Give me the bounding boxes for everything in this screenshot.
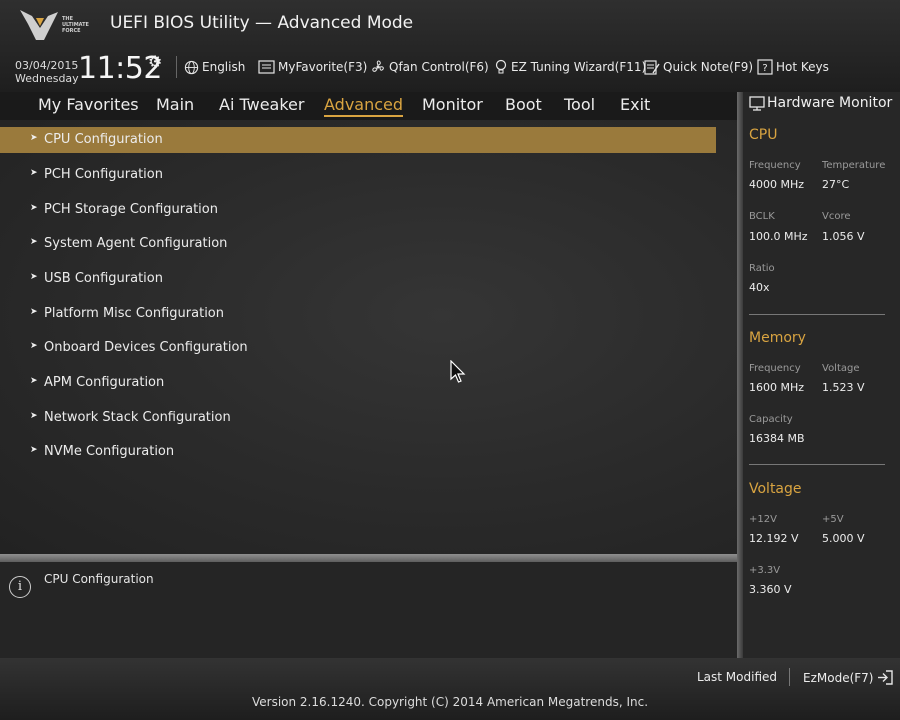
hw-section-divider: [749, 464, 885, 465]
cpu-temperature-value: 27°C: [822, 178, 850, 191]
hot-keys-button[interactable]: ? Hot Keys: [757, 58, 829, 76]
language-label: English: [202, 60, 246, 74]
panel-divider: [0, 554, 737, 562]
lightbulb-icon: [495, 59, 507, 74]
menu-item-network-stack-configuration[interactable]: ➤ Network Stack Configuration: [0, 405, 716, 431]
language-button[interactable]: English: [184, 58, 245, 76]
tab-ai-tweaker[interactable]: Ai Tweaker: [219, 95, 304, 114]
footer-divider: [789, 668, 790, 686]
qfan-control-button[interactable]: Qfan Control(F6): [370, 58, 489, 76]
ratio-label: Ratio: [749, 263, 775, 274]
tab-my-favorites[interactable]: My Favorites: [38, 95, 139, 114]
date-display: 03/04/2015 Wednesday: [15, 59, 79, 85]
app-title: UEFI BIOS Utility — Advanced Mode: [110, 13, 414, 33]
monitor-icon: [749, 96, 765, 111]
chevron-right-icon: ➤: [30, 411, 38, 421]
fan-icon: [372, 60, 384, 72]
tab-boot[interactable]: Boot: [505, 95, 542, 114]
chevron-right-icon: ➤: [30, 237, 38, 247]
favorite-list-icon: [258, 60, 275, 74]
tab-tool[interactable]: Tool: [564, 95, 595, 114]
question-icon: ?: [757, 59, 773, 75]
menu-item-cpu-configuration[interactable]: ➤ CPU Configuration: [0, 127, 716, 153]
hardware-monitor-title: Hardware Monitor: [767, 95, 893, 111]
v33-value: 3.360 V: [749, 583, 792, 596]
hot-keys-label: Hot Keys: [776, 60, 829, 74]
tab-exit[interactable]: Exit: [620, 95, 650, 114]
v12-value: 12.192 V: [749, 532, 799, 545]
ez-tuning-label: EZ Tuning Wizard(F11): [511, 60, 647, 74]
tab-monitor[interactable]: Monitor: [422, 95, 483, 114]
last-modified-button[interactable]: Last Modified: [697, 670, 777, 684]
note-icon: [644, 59, 660, 75]
version-text: Version 2.16.1240. Copyright (C) 2014 Am…: [251, 695, 649, 709]
chevron-right-icon: ➤: [30, 203, 38, 213]
chevron-right-icon: ➤: [30, 168, 38, 178]
memory-capacity-value: 16384 MB: [749, 432, 805, 445]
qfan-label: Qfan Control(F6): [389, 60, 489, 74]
svg-text:?: ?: [762, 63, 767, 74]
ezmode-label: EzMode(F7): [803, 670, 874, 685]
chevron-right-icon: ➤: [30, 376, 38, 386]
cpu-frequency-value: 4000 MHz: [749, 178, 805, 191]
vcore-value: 1.056 V: [822, 230, 865, 243]
memory-frequency-value: 1600 MHz: [749, 381, 805, 394]
v5-label: +5V: [822, 514, 844, 525]
info-icon: i: [9, 576, 31, 598]
menu-item-pch-configuration[interactable]: ➤ PCH Configuration: [0, 162, 716, 188]
mouse-pointer-icon: [450, 360, 466, 383]
gear-icon[interactable]: ⚙: [148, 52, 162, 71]
ratio-value: 40x: [749, 281, 770, 294]
ezmode-button[interactable]: EzMode(F7): [803, 670, 894, 685]
chevron-right-icon: ➤: [30, 341, 38, 351]
hw-section-divider: [749, 314, 885, 315]
toolbar-divider: [176, 56, 177, 78]
menu-item-pch-storage-configuration[interactable]: ➤ PCH Storage Configuration: [0, 197, 716, 223]
bclk-value: 100.0 MHz: [749, 230, 808, 243]
menu-item-onboard-devices-configuration[interactable]: ➤ Onboard Devices Configuration: [0, 335, 716, 361]
exit-arrow-icon: [878, 670, 894, 685]
menu-item-usb-configuration[interactable]: ➤ USB Configuration: [0, 266, 716, 292]
memory-capacity-label: Capacity: [749, 414, 793, 425]
quick-note-button[interactable]: Quick Note(F9): [644, 58, 753, 76]
quick-note-label: Quick Note(F9): [663, 60, 754, 74]
cpu-heading: CPU: [749, 127, 778, 143]
menu-item-platform-misc-configuration[interactable]: ➤ Platform Misc Configuration: [0, 301, 716, 327]
myfavorite-button[interactable]: MyFavorite(F3): [258, 58, 367, 76]
v33-label: +3.3V: [749, 565, 781, 576]
bclk-label: BCLK: [749, 211, 775, 222]
vcore-label: Vcore: [822, 211, 851, 222]
memory-voltage-value: 1.523 V: [822, 381, 865, 394]
ez-tuning-wizard-button[interactable]: EZ Tuning Wizard(F11): [494, 58, 646, 76]
cpu-frequency-label: Frequency: [749, 160, 801, 171]
menu-item-apm-configuration[interactable]: ➤ APM Configuration: [0, 370, 716, 396]
menu-item-system-agent-configuration[interactable]: ➤ System Agent Configuration: [0, 231, 716, 257]
logo-text: THE ULTIMATE FORCE: [62, 16, 89, 34]
myfavorite-label: MyFavorite(F3): [278, 60, 368, 74]
tab-main[interactable]: Main: [156, 95, 194, 114]
globe-icon: [184, 60, 199, 74]
voltage-heading: Voltage: [749, 481, 802, 497]
v12-label: +12V: [749, 514, 777, 525]
memory-voltage-label: Voltage: [822, 363, 860, 374]
chevron-right-icon: ➤: [30, 307, 38, 317]
menu-item-nvme-configuration[interactable]: ➤ NVMe Configuration: [0, 439, 716, 465]
tab-advanced[interactable]: Advanced: [324, 95, 404, 117]
cpu-temperature-label: Temperature: [822, 160, 886, 171]
memory-heading: Memory: [749, 330, 806, 346]
chevron-right-icon: ➤: [30, 133, 38, 143]
memory-frequency-label: Frequency: [749, 363, 801, 374]
chevron-right-icon: ➤: [30, 445, 38, 455]
footer-bar: [0, 658, 900, 720]
help-description: CPU Configuration: [44, 572, 154, 586]
v5-value: 5.000 V: [822, 532, 865, 545]
chevron-right-icon: ➤: [30, 272, 38, 282]
